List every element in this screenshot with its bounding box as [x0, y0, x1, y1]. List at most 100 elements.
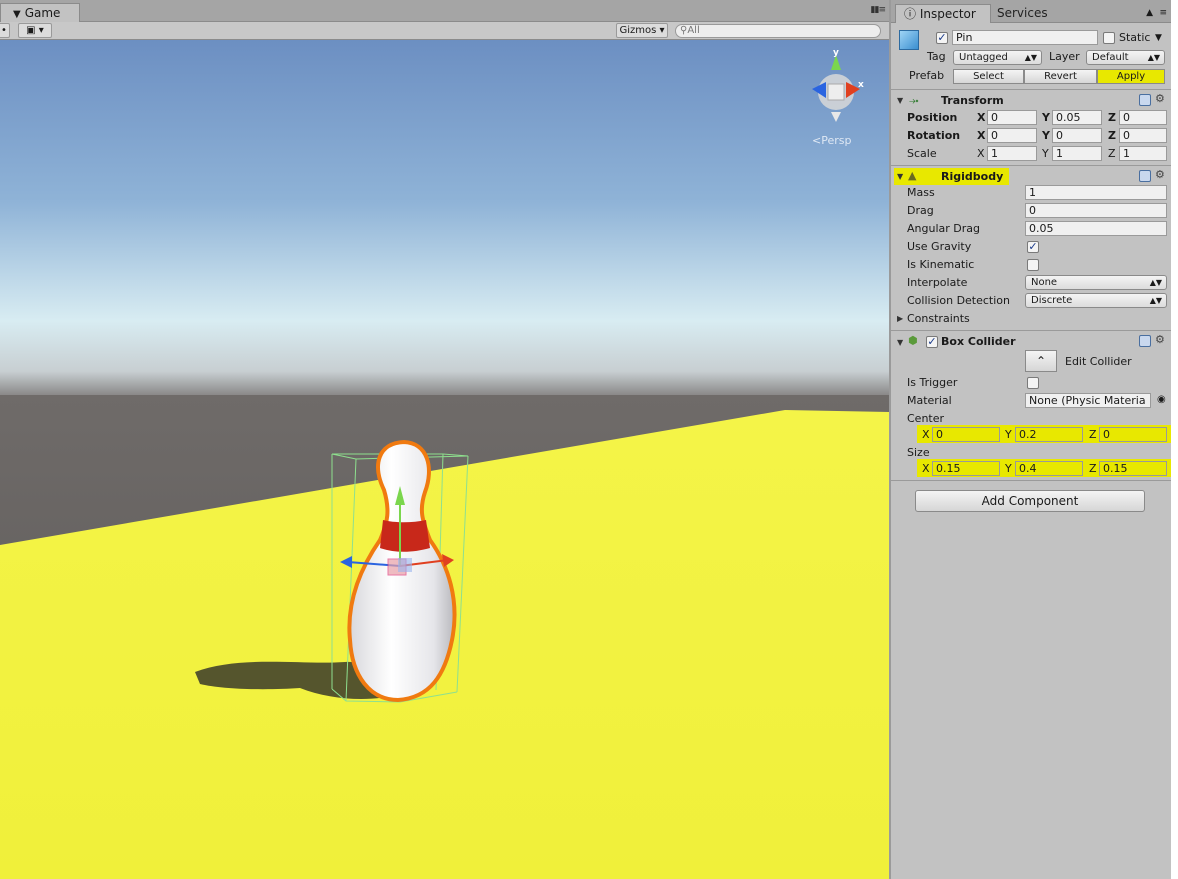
transform-icon: ⤞: [909, 93, 919, 107]
axis-y-letter: Y: [1005, 462, 1012, 475]
rotation-y-field[interactable]: 0: [1052, 128, 1102, 143]
is-kinematic-checkbox[interactable]: [1027, 259, 1039, 271]
prefab-label: Prefab: [909, 69, 945, 82]
axis-x-letter: X: [977, 129, 986, 142]
dropdown-arrow-icon: ▲▼: [1147, 53, 1160, 62]
inspector-panel: ⓘ Inspector Services ▲ ≡ ✓ Pin Static ▼ …: [889, 0, 1173, 879]
gear-icon[interactable]: ⚙: [1155, 168, 1165, 181]
gear-icon[interactable]: ⚙: [1155, 92, 1165, 105]
drag-field[interactable]: 0: [1025, 203, 1167, 218]
angular-drag-field[interactable]: 0.05: [1025, 221, 1167, 236]
constraints-foldout-icon[interactable]: ▶: [897, 314, 903, 323]
mass-label: Mass: [907, 186, 935, 199]
axis-z-letter: Z: [1089, 428, 1097, 441]
scale-x-field[interactable]: 1: [987, 146, 1037, 161]
persp-toggle[interactable]: <Persp: [812, 134, 851, 147]
axis-y-letter: Y: [1005, 428, 1012, 441]
mass-field[interactable]: 1: [1025, 185, 1167, 200]
transform-foldout-icon[interactable]: ▼: [897, 96, 903, 105]
tab-menu-icon[interactable]: ▮▮≡: [871, 5, 886, 15]
use-gravity-checkbox[interactable]: ✓: [1027, 241, 1039, 253]
box-collider-title: Box Collider: [941, 335, 1016, 348]
size-x-field[interactable]: 0.15: [932, 461, 1000, 476]
help-book-icon[interactable]: [1139, 335, 1151, 347]
rigidbody-title: Rigidbody: [941, 170, 1004, 183]
rotation-x-field[interactable]: 0: [987, 128, 1037, 143]
tab-menu-icon[interactable]: ≡: [1159, 8, 1167, 18]
axis-x-letter: X: [977, 111, 986, 124]
gizmos-dropdown[interactable]: Gizmos ▾: [616, 23, 668, 38]
angular-drag-label: Angular Drag: [907, 222, 980, 235]
box-collider-foldout-icon[interactable]: ▼: [897, 338, 903, 347]
prefab-apply-button[interactable]: Apply: [1097, 69, 1165, 84]
axis-z-letter: Z: [1108, 129, 1116, 142]
tag-label: Tag: [927, 50, 946, 63]
position-label: Position: [907, 111, 958, 124]
interpolate-label: Interpolate: [907, 276, 968, 289]
help-book-icon[interactable]: [1139, 94, 1151, 106]
is-trigger-checkbox[interactable]: [1027, 377, 1039, 389]
axis-z-letter: Z: [1108, 147, 1116, 160]
center-y-field[interactable]: 0.2: [1015, 427, 1083, 442]
scale-z-field[interactable]: 1: [1119, 146, 1167, 161]
axis-z-letter: Z: [1108, 111, 1116, 124]
transform-title: Transform: [941, 94, 1004, 107]
material-field[interactable]: None (Physic Materia: [1025, 393, 1151, 408]
static-checkbox[interactable]: [1103, 32, 1115, 44]
scene-viewport[interactable]: y x <Persp: [0, 40, 889, 879]
audio-toggle-icon[interactable]: •: [0, 23, 10, 38]
prefab-revert-button[interactable]: Revert: [1024, 69, 1097, 84]
lock-icon[interactable]: ▲: [1146, 8, 1153, 18]
size-z-field[interactable]: 0.15: [1099, 461, 1167, 476]
axis-x-letter: X: [922, 462, 930, 475]
position-z-field[interactable]: 0: [1119, 110, 1167, 125]
prefab-select-button[interactable]: Select: [953, 69, 1024, 84]
info-icon: ⓘ: [904, 7, 917, 21]
name-field[interactable]: Pin: [952, 30, 1098, 45]
dropdown-arrow-icon: ▲▼: [1149, 278, 1162, 287]
edit-collider-label: Edit Collider: [1065, 355, 1132, 368]
scene-toolbar: • ▣ ▾ Gizmos ▾ ⚲All: [0, 22, 889, 40]
add-component-button[interactable]: Add Component: [915, 490, 1145, 512]
center-x-field[interactable]: 0: [932, 427, 1000, 442]
active-checkbox[interactable]: ✓: [936, 32, 948, 44]
effects-dropdown[interactable]: ▣ ▾: [18, 23, 52, 38]
edit-collider-button[interactable]: ⌃: [1025, 350, 1057, 372]
persp-icon: <: [812, 134, 822, 147]
scale-y-field[interactable]: 1: [1052, 146, 1102, 161]
rotation-label: Rotation: [907, 129, 961, 142]
rigidbody-foldout-icon[interactable]: ▼: [897, 172, 903, 181]
is-trigger-label: Is Trigger: [907, 376, 958, 389]
material-label: Material: [907, 394, 952, 407]
object-picker-icon[interactable]: ◉: [1157, 393, 1166, 407]
axis-y-letter: Y: [1042, 129, 1050, 142]
use-gravity-label: Use Gravity: [907, 240, 972, 253]
chevron-down-icon[interactable]: ▼: [1155, 31, 1162, 45]
tab-game[interactable]: ▼ Game: [0, 3, 80, 22]
tag-dropdown[interactable]: Untagged ▲▼: [953, 50, 1042, 65]
position-x-field[interactable]: 0: [987, 110, 1037, 125]
box-collider-icon: ⬢: [908, 334, 918, 347]
collision-detection-dropdown[interactable]: Discrete ▲▼: [1025, 293, 1167, 308]
scale-label: Scale: [907, 147, 937, 160]
size-y-field[interactable]: 0.4: [1015, 461, 1083, 476]
divider: [891, 165, 1171, 166]
layer-dropdown[interactable]: Default ▲▼: [1086, 50, 1165, 65]
axis-y-letter: Y: [1042, 147, 1049, 160]
rotation-z-field[interactable]: 0: [1119, 128, 1167, 143]
inspector-tabbar: ⓘ Inspector Services ▲ ≡: [891, 0, 1171, 23]
interpolate-dropdown[interactable]: None ▲▼: [1025, 275, 1167, 290]
tab-inspector[interactable]: ⓘ Inspector: [895, 4, 991, 23]
help-book-icon[interactable]: [1139, 170, 1151, 182]
scene-search-input[interactable]: ⚲All: [675, 24, 881, 38]
constraints-label[interactable]: Constraints: [907, 312, 970, 326]
center-z-field[interactable]: 0: [1099, 427, 1167, 442]
axis-y-letter: Y: [1042, 111, 1050, 124]
game-view-panel: ▼ Game ▮▮≡ • ▣ ▾ Gizmos ▾ ⚲All y x <Pers…: [0, 0, 889, 879]
axis-x-letter: X: [922, 428, 930, 441]
gear-icon[interactable]: ⚙: [1155, 333, 1165, 346]
position-y-field[interactable]: 0.05: [1052, 110, 1102, 125]
tab-services[interactable]: Services: [997, 6, 1048, 20]
box-collider-enabled-checkbox[interactable]: ✓: [926, 336, 938, 348]
chevron-down-icon: ▾: [659, 25, 665, 36]
